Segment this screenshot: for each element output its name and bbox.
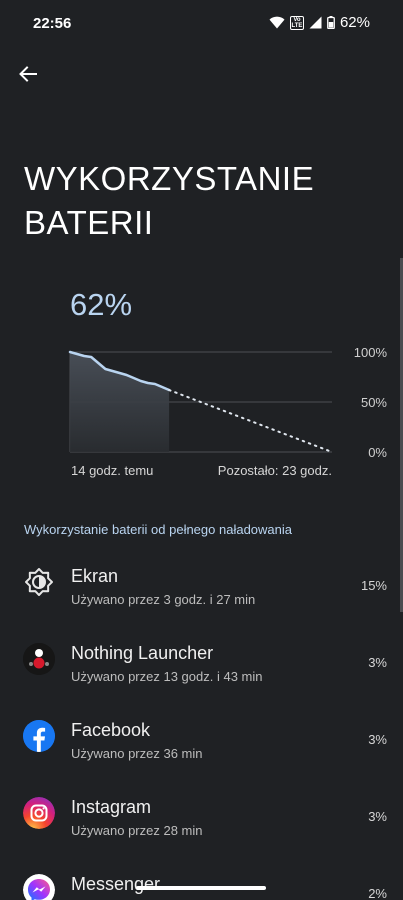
facebook-icon [23, 720, 55, 752]
chart-projection-line [168, 389, 333, 453]
page-title: WYKORZYSTANIE BATERII [24, 160, 315, 241]
chart-start-label: 14 godz. temu [71, 463, 154, 478]
app-name: Nothing Launcher [71, 643, 214, 663]
chart-y-tick-label: 0% [368, 445, 387, 460]
wifi-icon [269, 16, 285, 29]
status-icons: Vo LTE 62% [269, 14, 370, 31]
arrow-left-icon [19, 66, 37, 82]
battery-percent: 62% [339, 14, 370, 31]
app-row-instagram[interactable]: Instagram Używano przez 28 min 3% [0, 787, 403, 864]
battery-chart-svg: 100% 50% 0% [68, 345, 388, 460]
back-button[interactable] [14, 60, 42, 88]
messenger-icon [23, 874, 55, 900]
app-row-nothing-launcher[interactable]: Nothing Launcher Używano przez 13 godz. … [0, 633, 403, 710]
app-usage-time: Używano przez 36 min [71, 746, 203, 761]
status-time: 22:56 [33, 15, 72, 32]
app-usage-time: Używano przez 28 min [71, 823, 203, 838]
cellular-signal-icon [309, 16, 322, 29]
battery-chart: 62% 100% 50% 0% 14 godz. temu Pozostało: 2… [0, 280, 403, 480]
status-bar: 22:56 Vo LTE 62% [0, 0, 403, 46]
chart-remaining-label: Pozostało: 23 godz. [217, 463, 332, 478]
app-percent: 3% [368, 809, 387, 824]
app-name: Ekran [71, 566, 119, 586]
chart-y-tick-label: 50% [361, 395, 387, 410]
app-percent: 3% [368, 655, 387, 670]
app-name: Facebook [71, 720, 151, 740]
app-name: Instagram [71, 797, 152, 817]
app-name: Messenger [71, 874, 161, 894]
app-usage-time: Używano przez 3 godz. i 27 min [71, 592, 256, 607]
brightness-icon [23, 566, 55, 598]
app-percent: 15% [360, 578, 387, 593]
battery-icon [327, 16, 335, 29]
nothing-launcher-icon [23, 643, 55, 675]
gesture-navigation-bar[interactable] [136, 886, 266, 890]
app-percent: 3% [368, 732, 387, 747]
chart-usage-area [70, 352, 170, 452]
app-row-facebook[interactable]: Facebook Używano przez 36 min 3% [0, 710, 403, 787]
chart-y-tick-label: 100% [354, 345, 388, 360]
instagram-icon [23, 797, 55, 829]
app-usage-list: Ekran Używano przez 3 godz. i 27 min 15%… [0, 556, 403, 900]
app-row-ekran[interactable]: Ekran Używano przez 3 godz. i 27 min 15% [0, 556, 403, 633]
app-percent: 2% [368, 886, 387, 900]
volte-icon: Vo LTE [289, 15, 304, 30]
app-usage-time: Używano przez 13 godz. i 43 min [71, 669, 263, 684]
section-header: Wykorzystanie baterii od pełnego naładow… [24, 522, 292, 537]
app-row-messenger[interactable]: Messenger 2% [0, 864, 403, 900]
